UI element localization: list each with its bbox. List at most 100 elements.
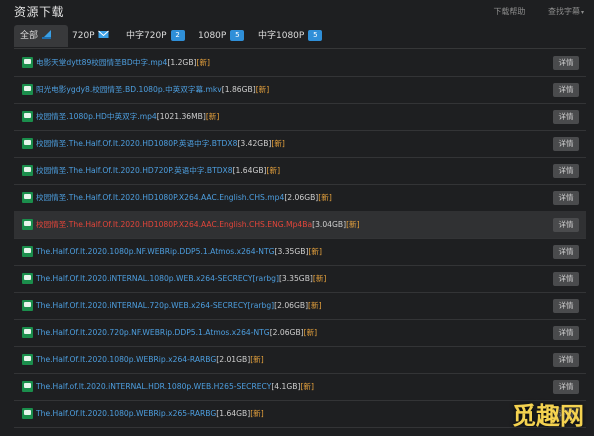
list-item: The.Half.Of.It.2020.720p.NF.WEBRip.DDP5.… [14,319,586,347]
new-tag: [新] [250,355,264,364]
new-tag: [新] [300,382,314,391]
file-entry: The.Half.Of.It.2020.iNTERNAL.1080p.WEB.x… [36,273,326,284]
file-entry: The.Half.Of.It.2020.1080p.NF.WEBRip.DDP5… [36,246,322,257]
list-item: The.Half.Of.It.2020.iNTERNAL.1080p.WEB.x… [14,265,586,293]
file-link[interactable]: The.Half.Of.It.2020.1080p.WEBRip.x265-RA… [36,409,216,418]
file-icon [22,327,33,338]
list-item: The.Half.Of.It.2020.1080p.NF.WEBRip.DDP5… [14,238,586,266]
detail-button[interactable]: 详情 [553,299,579,313]
new-tag: [新] [271,139,285,148]
find-subtitles-link[interactable]: 查找字幕▾ [538,7,584,16]
file-size: [1.64GB] [216,409,251,418]
new-tag: [新] [266,166,281,175]
new-tag: [新] [196,58,211,67]
file-size: [3.04GB] [312,220,347,229]
detail-button[interactable]: 详情 [553,164,579,178]
file-entry: The.Half.Of.It.2020.1080p.WEBRip.x265-RA… [36,408,264,419]
file-link[interactable]: The.Half.Of.It.2020.1080p.WEBRip.x264-RA… [36,355,216,364]
file-link[interactable]: 电影天堂dytt89校园情圣BD中字.mp4 [36,58,167,67]
header-links: 下载帮助 查找字幕▾ [483,6,584,17]
file-link[interactable]: 校园情圣.The.Half.Of.It.2020.HD1080P.X264.AA… [36,220,312,229]
tab-1080p[interactable]: 1080P 5 [198,25,245,47]
new-tag: [新] [205,112,220,121]
file-link[interactable]: 阳光电影ygdy8.校园情圣.BD.1080p.中英双字幕.mkv [36,85,222,94]
list-item-hovered: 校园情圣.The.Half.Of.It.2020.HD1080P.X264.AA… [14,211,586,239]
file-size: [1021.36MB] [156,112,206,121]
file-icon [22,165,33,176]
list-item: 电影天堂dytt89校园情圣BD中字.mp4[1.2GB][新] 详情 [14,49,586,77]
new-tag: [新] [308,301,322,310]
count-badge: 2 [170,30,185,41]
new-tag: [新] [303,328,318,337]
file-size: [3.35GB] [274,247,309,256]
file-link[interactable]: The.Half.Of.It.2020.1080p.NF.WEBRip.DDP5… [36,247,275,256]
detail-button[interactable]: 详情 [553,83,579,97]
file-size: [2.01GB] [216,355,251,364]
new-tag: [新] [312,274,327,283]
file-link[interactable]: The.Half.Of.It.2020.iNTERNAL.1080p.WEB.x… [36,274,279,283]
detail-button[interactable]: 详情 [553,245,579,259]
chevron-down-icon: ▾ [580,9,584,16]
new-tag: [新] [318,193,332,202]
tab-chs-720p[interactable]: 中字720P 2 [126,25,185,47]
file-link[interactable]: The.Half.Of.It.2020.iNTERNAL.720p.WEB.x2… [36,301,274,310]
detail-button[interactable]: 详情 [553,137,579,151]
file-icon [22,408,33,419]
list-item: 校园情圣.The.Half.Of.It.2020.HD1080P.X264.AA… [14,184,586,212]
detail-button[interactable]: 详情 [553,56,579,70]
count-badge: 5 [230,30,245,41]
file-size: [2.06GB] [274,301,309,310]
detail-button[interactable]: 详情 [553,191,579,205]
file-entry: 校园情圣.1080p.HD中英双字.mp4[1021.36MB][新] [36,111,219,122]
file-icon [22,192,33,203]
file-icon [22,57,33,68]
file-icon [22,111,33,122]
file-icon [22,246,33,257]
file-link[interactable]: The.Half.of.It.2020.iNTERNAL.HDR.1080p.W… [36,382,271,391]
file-link[interactable]: 校园情圣.The.Half.Of.It.2020.HD720P.英语中字.BTD… [36,166,233,175]
file-link[interactable]: 校园情圣.The.Half.Of.It.2020.HD1080P.英语中字.BT… [36,139,237,148]
detail-button[interactable]: 详情 [553,272,579,286]
tab-all[interactable]: 全部 [14,25,68,47]
list-item: 校园情圣.The.Half.Of.It.2020.HD720P.英语中字.BTD… [14,157,586,185]
download-help-link[interactable]: 下载帮助 [493,7,525,16]
site-watermark-logo: 觅趣网 [512,401,584,430]
list-item: The.Half.Of.It.2020.1080p.WEBRip.x265-RA… [14,400,586,428]
file-entry: 校园情圣.The.Half.Of.It.2020.HD1080P.英语中字.BT… [36,138,285,149]
tab-label: 1080P [198,31,227,41]
list-item: The.Half.Of.It.2020.iNTERNAL.720p.WEB.x2… [14,292,586,320]
new-tag: [新] [346,220,360,229]
file-entry: The.Half.Of.It.2020.iNTERNAL.720p.WEB.x2… [36,300,322,311]
file-size: [2.06GB] [269,328,304,337]
detail-button[interactable]: 详情 [553,353,579,367]
file-link[interactable]: The.Half.Of.It.2020.720p.NF.WEBRip.DDP5.… [36,328,270,337]
list-item: The.Half.Of.It.2020.1080p.WEBRip.x264-RA… [14,346,586,374]
resolution-tabs: 全部 720P 中字720P 2 1080P 5 中字1080P 5 [14,24,586,49]
count-badge: 5 [308,30,323,41]
list-item: 阳光电影ygdy8.校园情圣.BD.1080p.中英双字幕.mkv[1.86GB… [14,76,586,104]
list-item: The.Half.of.It.2020.iNTERNAL.HDR.1080p.W… [14,373,586,401]
tab-chs-1080p[interactable]: 中字1080P 5 [258,25,323,47]
file-icon [22,84,33,95]
new-tag: [新] [250,409,264,418]
detail-button[interactable]: 详情 [553,218,579,232]
file-size: [4.1GB] [271,382,301,391]
list-item: 校园情圣.1080p.HD中英双字.mp4[1021.36MB][新] 详情 [14,103,586,131]
new-tag: [新] [308,247,322,256]
page-header: 资源下载 下载帮助 查找字幕▾ [0,0,594,22]
new-tag: [新] [255,85,270,94]
file-size: [1.86GB] [221,85,256,94]
detail-button[interactable]: 详情 [553,380,579,394]
file-icon [22,354,33,365]
file-entry: 阳光电影ygdy8.校园情圣.BD.1080p.中英双字幕.mkv[1.86GB… [36,84,269,95]
envelope-icon [97,30,109,38]
file-link[interactable]: 校园情圣.The.Half.Of.It.2020.HD1080P.X264.AA… [36,193,284,202]
file-entry: 校园情圣.The.Half.Of.It.2020.HD720P.英语中字.BTD… [36,165,280,176]
file-icon [22,273,33,284]
detail-button[interactable]: 详情 [553,326,579,340]
file-icon [22,219,33,230]
detail-button[interactable]: 详情 [553,110,579,124]
tab-720p[interactable]: 720P [72,25,109,47]
file-size: [3.35GB] [278,274,313,283]
file-link[interactable]: 校园情圣.1080p.HD中英双字.mp4 [36,112,157,121]
